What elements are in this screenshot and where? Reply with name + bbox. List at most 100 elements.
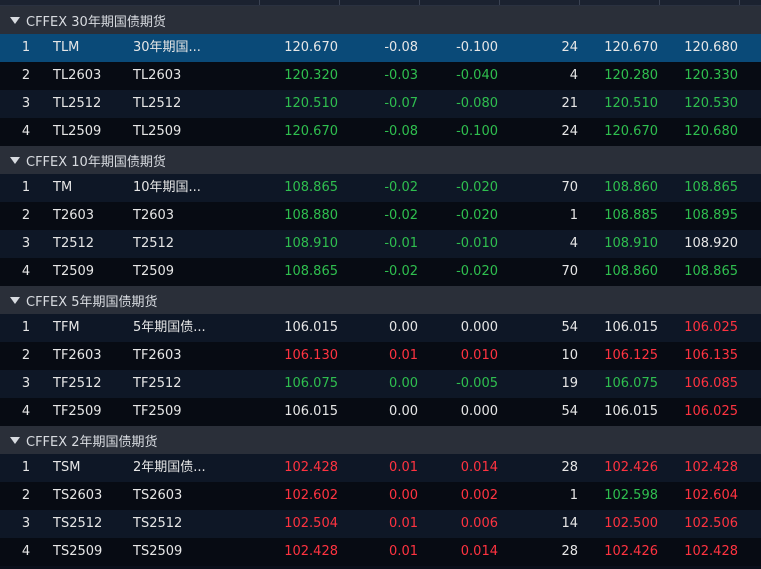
cell-ask: 102.428 <box>684 544 738 559</box>
table-row[interactable]: 3 TS2512 TS2512 102.504 0.01 0.006 14 102.500 10… <box>0 510 761 538</box>
cell-code: TF2512 <box>53 376 102 391</box>
cell-chg: -0.03 <box>384 68 418 83</box>
cell-chg: 0.00 <box>389 488 418 503</box>
table-row[interactable]: 1 TLM 30年期国... 120.670 -0.08 -0.100 24 120.670 1… <box>0 34 761 62</box>
table-row[interactable]: 3 TL2512 TL2512 120.510 -0.07 -0.080 21 120.510… <box>0 90 761 118</box>
cell-vol: 14 <box>561 516 578 531</box>
cell-chg: 0.01 <box>389 544 418 559</box>
cell-chg: -0.08 <box>384 124 418 139</box>
column-divider <box>659 0 660 5</box>
cell-code: TF2509 <box>53 404 102 419</box>
cell-idx: 1 <box>21 460 31 475</box>
triangle-down-icon[interactable] <box>10 16 20 24</box>
cell-name: TS2603 <box>133 488 183 503</box>
cell-last: 102.504 <box>284 516 338 531</box>
table-row[interactable]: 2 T2603 T2603 108.880 -0.02 -0.020 1 108.885 108… <box>0 202 761 230</box>
triangle-down-icon[interactable] <box>10 436 20 444</box>
group-header[interactable]: CFFEX 5年期国债期货 <box>0 286 761 314</box>
table-row[interactable]: 1 TFM 5年期国债... 106.015 0.00 0.000 54 106.015 106… <box>0 314 761 342</box>
cell-chg: -0.02 <box>384 208 418 223</box>
cell-last: 108.880 <box>284 208 338 223</box>
cell-pct: -0.020 <box>456 180 498 195</box>
cell-ask: 102.506 <box>684 516 738 531</box>
table-row[interactable]: 4 TS2509 TS2509 102.428 0.01 0.014 28 102.426 10… <box>0 538 761 566</box>
cell-vol: 70 <box>561 180 578 195</box>
table-row[interactable]: 2 TL2603 TL2603 120.320 -0.03 -0.040 4 120.280 1… <box>0 62 761 90</box>
cell-last: 106.015 <box>284 320 338 335</box>
triangle-down-icon[interactable] <box>10 156 20 164</box>
cell-bid: 120.670 <box>604 124 658 139</box>
cell-idx: 4 <box>21 544 31 559</box>
cell-name: 10年期国... <box>133 180 201 195</box>
cell-name: TL2603 <box>133 68 182 83</box>
cell-last: 102.428 <box>284 544 338 559</box>
cell-code: TSM <box>53 460 81 475</box>
table-row[interactable]: 3 TF2512 TF2512 106.075 0.00 -0.005 19 106.075 1… <box>0 370 761 398</box>
group-title: CFFEX 2年期国债期货 <box>26 434 158 450</box>
cell-vol: 54 <box>561 404 578 419</box>
quote-board: CFFEX 30年期国债期货 1 TLM 30年期国... 120.670 -0.08 -0… <box>0 0 761 569</box>
cell-ask: 120.530 <box>684 96 738 111</box>
triangle-down-icon[interactable] <box>10 296 20 304</box>
cell-last: 120.320 <box>284 68 338 83</box>
cell-name: TL2509 <box>133 124 182 139</box>
cell-last: 120.670 <box>284 124 338 139</box>
table-row[interactable]: 3 T2512 T2512 108.910 -0.01 -0.010 4 108.910 108… <box>0 230 761 258</box>
cell-vol: 4 <box>569 236 578 251</box>
cell-code: T2512 <box>53 236 95 251</box>
cell-vol: 21 <box>561 96 578 111</box>
cell-name: TS2512 <box>133 516 183 531</box>
group-title: CFFEX 5年期国债期货 <box>26 294 158 310</box>
cell-idx: 3 <box>21 236 31 251</box>
table-row[interactable]: 2 TF2603 TF2603 106.130 0.01 0.010 10 106.125 10… <box>0 342 761 370</box>
cell-bid: 108.860 <box>604 180 658 195</box>
cell-chg: -0.02 <box>384 264 418 279</box>
group-header[interactable]: CFFEX 2年期国债期货 <box>0 426 761 454</box>
cell-chg: 0.00 <box>389 320 418 335</box>
table-row[interactable]: 4 TL2509 TL2509 120.670 -0.08 -0.100 24 120.670… <box>0 118 761 146</box>
cell-chg: -0.01 <box>384 236 418 251</box>
cell-ask: 102.428 <box>684 460 738 475</box>
cell-ask: 120.680 <box>684 40 738 55</box>
cell-pct: 0.010 <box>460 348 498 363</box>
table-row[interactable]: 1 TM 10年期国... 108.865 -0.02 -0.020 70 108.860 10… <box>0 174 761 202</box>
cell-last: 106.075 <box>284 376 338 391</box>
table-row[interactable]: 4 TF2509 TF2509 106.015 0.00 0.000 54 106.015 10… <box>0 398 761 426</box>
cell-code: TF2603 <box>53 348 102 363</box>
cell-bid: 102.500 <box>604 516 658 531</box>
cell-last: 106.130 <box>284 348 338 363</box>
cell-pct: 0.014 <box>460 460 498 475</box>
cell-last: 120.670 <box>284 40 338 55</box>
cell-chg: 0.00 <box>389 376 418 391</box>
cell-chg: 0.01 <box>389 460 418 475</box>
cell-chg: -0.02 <box>384 180 418 195</box>
group-header[interactable]: CFFEX 30年期国债期货 <box>0 6 761 34</box>
cell-vol: 28 <box>561 460 578 475</box>
cell-bid: 106.125 <box>604 348 658 363</box>
cell-ask: 106.025 <box>684 404 738 419</box>
cell-last: 108.910 <box>284 236 338 251</box>
cell-last: 120.510 <box>284 96 338 111</box>
cell-idx: 1 <box>21 40 31 55</box>
cell-pct: 0.000 <box>460 320 498 335</box>
cell-name: TF2512 <box>133 376 182 391</box>
cell-ask: 120.330 <box>684 68 738 83</box>
table-row[interactable]: 4 T2509 T2509 108.865 -0.02 -0.020 70 108.860 10… <box>0 258 761 286</box>
cell-ask: 120.680 <box>684 124 738 139</box>
table-row[interactable]: 2 TS2603 TS2603 102.602 0.00 0.002 1 102.598 102… <box>0 482 761 510</box>
cell-name: T2603 <box>133 208 175 223</box>
cell-ask: 108.895 <box>684 208 738 223</box>
cell-pct: 0.006 <box>460 516 498 531</box>
cell-pct: -0.020 <box>456 208 498 223</box>
cell-name: TF2603 <box>133 348 182 363</box>
cell-last: 108.865 <box>284 180 338 195</box>
cell-idx: 4 <box>21 264 31 279</box>
cell-code: TL2509 <box>53 124 102 139</box>
cell-pct: 0.002 <box>460 488 498 503</box>
table-row[interactable]: 1 TSM 2年期国债... 102.428 0.01 0.014 28 102.426 102… <box>0 454 761 482</box>
cell-chg: 0.00 <box>389 404 418 419</box>
cell-code: TLM <box>53 40 80 55</box>
cell-name: T2509 <box>133 264 175 279</box>
cell-vol: 1 <box>569 208 578 223</box>
group-header[interactable]: CFFEX 10年期国债期货 <box>0 146 761 174</box>
